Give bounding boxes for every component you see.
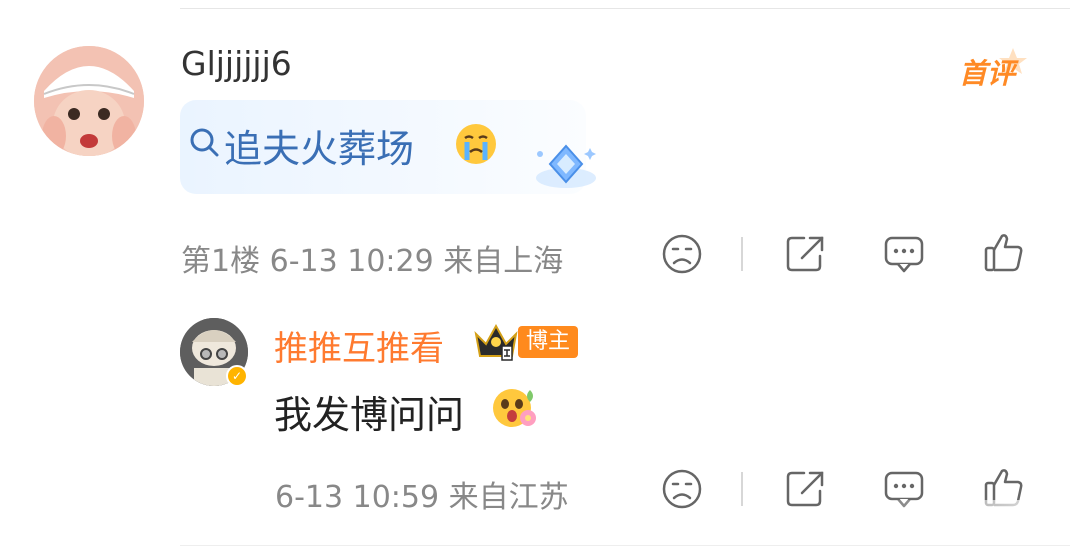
search-topic-text[interactable]: 追夫火葬场 [224,118,414,173]
crown-icon [472,320,520,364]
frown-face-icon[interactable] [660,467,704,511]
share-icon[interactable] [784,467,828,511]
reply-meta: 6-13 10:59 来自江苏 [275,480,569,515]
diamond-icon [530,140,600,196]
action-separator [741,237,743,271]
comment-bubble-icon[interactable] [882,232,926,276]
commenter-avatar[interactable] [34,46,144,156]
share-icon[interactable] [784,232,828,276]
bottom-divider [180,545,1070,546]
bottom-fade-overlay [840,500,1070,540]
crying-face-icon [454,122,498,166]
frown-face-icon[interactable] [660,232,704,276]
top-divider [180,8,1070,9]
blush-flower-emoji-icon [490,384,538,432]
comment-meta: 第1楼 6-13 10:29 来自上海 [181,244,564,279]
replier-username[interactable]: 推推互推看 [274,321,444,370]
action-separator [741,472,743,506]
reply-text: 我发博问问 [274,393,465,437]
first-comment-badge: 首评 [955,44,1035,90]
thumbs-up-icon[interactable] [982,230,1026,274]
verified-badge-icon: ✓ [226,365,248,387]
commenter-username[interactable]: Gljjjjjj6 [181,44,292,83]
search-icon [188,126,220,158]
author-badge: 博主 [518,326,579,358]
first-comment-label: 首评 [959,57,1016,90]
